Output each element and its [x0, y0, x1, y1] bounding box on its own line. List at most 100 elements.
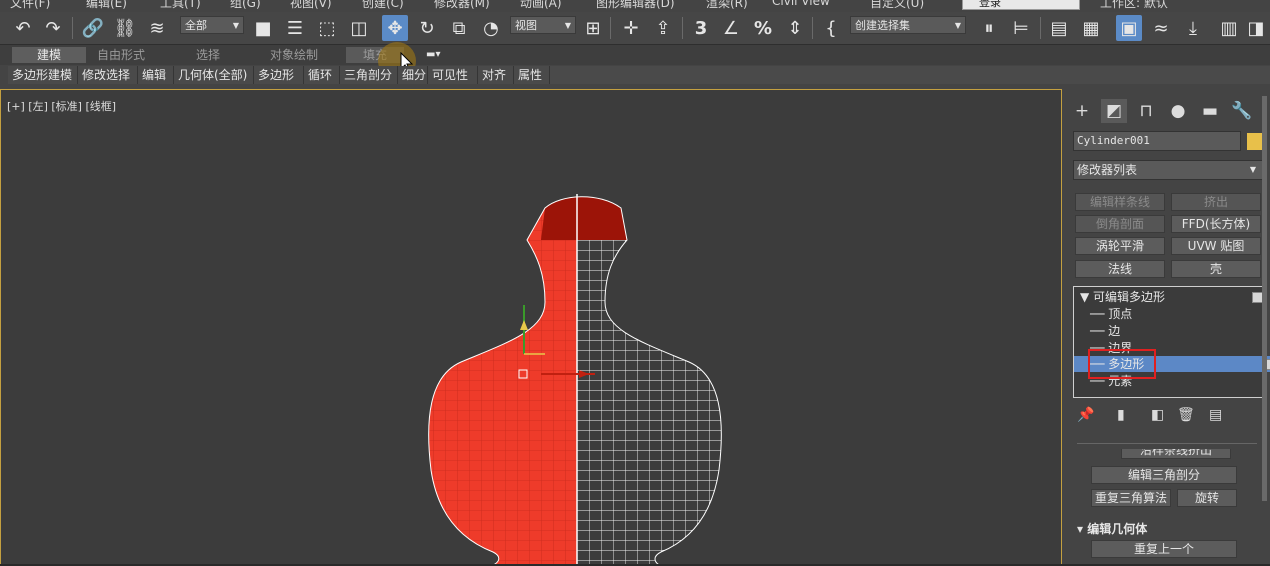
modifier-button-ffd-box[interactable]: FFD(长方体) — [1171, 215, 1261, 233]
panel-polygon-modeling[interactable]: 多边形建模 — [8, 66, 78, 84]
retriangulate-button[interactable]: 重复三角算法 — [1091, 489, 1171, 507]
edit-triangulation-button[interactable]: 编辑三角剖分 — [1091, 466, 1237, 484]
turn-button[interactable]: 旋转 — [1177, 489, 1237, 507]
menu-tools[interactable]: 工具(T) — [160, 0, 201, 11]
select-and-move-icon[interactable]: ✥ — [382, 15, 408, 41]
select-object-icon[interactable]: ■ — [250, 15, 276, 41]
ribbon-toggle-icon[interactable]: ▦ — [1078, 15, 1104, 41]
undo-icon[interactable]: ↶ — [10, 15, 36, 41]
schematic-view-icon[interactable]: ≈ — [1148, 15, 1174, 41]
panel-polygons[interactable]: 多边形 — [254, 66, 304, 84]
tab-selection[interactable]: 选择 — [170, 47, 246, 63]
modifier-button-turbosmooth[interactable]: 涡轮平滑 — [1075, 237, 1165, 255]
command-panel-scrollbar[interactable] — [1262, 96, 1267, 501]
chevron-down-icon: ▼ — [564, 21, 571, 30]
tab-freeform[interactable]: 自由形式 — [86, 47, 156, 63]
menu-customize[interactable]: 自定义(U) — [870, 0, 924, 11]
ribbon-options-icon[interactable]: ▬▾ — [426, 49, 440, 60]
angle-snap-icon[interactable]: ∠ — [718, 15, 744, 41]
repeat-last-button[interactable]: 重复上一个 — [1091, 540, 1237, 558]
menu-graph-editors[interactable]: 图形编辑器(D) — [596, 0, 675, 11]
selection-filter-dropdown[interactable]: 全部 ▼ — [180, 16, 244, 34]
panel-visibility[interactable]: 可见性 — [428, 66, 478, 84]
vase-model[interactable] — [1, 90, 1062, 565]
panel-subdivision[interactable]: 细分 — [398, 66, 428, 84]
curve-editor-icon[interactable]: ▣ — [1116, 15, 1142, 41]
left-viewport[interactable]: [+] [左] [标准] [线框] — [0, 89, 1062, 565]
create-tab-icon[interactable]: + — [1069, 99, 1095, 123]
modifier-button-bevel-profile[interactable]: 倒角剖面 — [1075, 215, 1165, 233]
pin-stack-icon[interactable]: 📌 — [1077, 407, 1094, 423]
show-end-result-icon[interactable]: ▮ — [1117, 407, 1125, 423]
menu-view[interactable]: 视图(V) — [290, 0, 332, 11]
mirror-icon[interactable]: ⏸ — [976, 15, 1002, 41]
modifier-button-shell[interactable]: 壳 — [1171, 260, 1261, 278]
reference-coordinate-dropdown[interactable]: 视图 ▼ — [510, 16, 576, 34]
modifier-button-normal[interactable]: 法线 — [1075, 260, 1165, 278]
menu-edit[interactable]: 编辑(E) — [86, 0, 127, 11]
utilities-tab-icon[interactable]: 🔧 — [1229, 99, 1255, 123]
keyboard-shortcut-icon[interactable]: ⇪ — [650, 15, 676, 41]
modifier-button-edit-spline[interactable]: 编辑样条线 — [1075, 193, 1165, 211]
place-icon[interactable]: ◔ — [478, 15, 504, 41]
workspace-label[interactable]: 工作区: 默认 — [1100, 0, 1168, 11]
menu-civil-view[interactable]: Civil View — [772, 0, 830, 8]
motion-tab-icon[interactable]: ● — [1165, 99, 1191, 123]
select-manipulate-icon[interactable]: ✛ — [618, 15, 644, 41]
remove-modifier-icon[interactable]: 🗑 — [1177, 407, 1195, 423]
object-color-swatch[interactable] — [1247, 133, 1263, 150]
select-and-scale-icon[interactable]: ⧉ — [446, 15, 472, 41]
configure-modifier-sets-icon[interactable]: ▤ — [1209, 407, 1222, 423]
menu-group[interactable]: 组(G) — [230, 0, 261, 11]
material-editor-icon[interactable]: ⤓ — [1180, 15, 1206, 41]
spinner-snap-icon[interactable]: ⇕ — [782, 15, 808, 41]
layer-explorer-icon[interactable]: ▤ — [1046, 15, 1072, 41]
align-icon[interactable]: ⊨ — [1008, 15, 1034, 41]
menu-rendering[interactable]: 渲染(R) — [706, 0, 748, 11]
named-selection-set-dropdown[interactable]: 创建选择集 ▼ — [850, 16, 966, 34]
rectangular-selection-icon[interactable]: ⬚ — [314, 15, 340, 41]
modifier-list-dropdown[interactable]: 修改器列表 ▼ — [1073, 160, 1263, 180]
sign-in-field[interactable]: 登录 — [962, 0, 1080, 10]
tab-modeling[interactable]: 建模 — [12, 47, 86, 63]
panel-align[interactable]: 对齐 — [478, 66, 514, 84]
panel-geometry-all[interactable]: 几何体(全部) — [174, 66, 254, 84]
rollout-title: 编辑几何体 — [1087, 522, 1148, 536]
extrude-along-spline-button[interactable]: 沿样条线挤出 — [1121, 449, 1231, 459]
panel-modify-selection[interactable]: 修改选择 — [78, 66, 138, 84]
snaps-toggle-icon[interactable]: 3 — [688, 15, 714, 41]
panel-tris[interactable]: 三角剖分 — [340, 66, 398, 84]
menu-file[interactable]: 文件(F) — [10, 0, 50, 11]
edit-geometry-rollout-header[interactable]: ▾ 编辑几何体 — [1077, 520, 1147, 537]
bind-space-warp-icon[interactable]: ≋ — [144, 15, 170, 41]
make-unique-icon[interactable]: ◧ — [1151, 407, 1164, 423]
window-crossing-icon[interactable]: ◫ — [346, 15, 372, 41]
modifier-button-extrude[interactable]: 挤出 — [1171, 193, 1261, 211]
panel-properties[interactable]: 属性 — [514, 66, 550, 84]
display-tab-icon[interactable]: ▬ — [1197, 99, 1223, 123]
gizmo-y-arrow[interactable] — [520, 320, 528, 330]
edit-named-selection-icon[interactable]: { — [818, 15, 844, 41]
unlink-icon[interactable]: ⛓ — [112, 15, 138, 41]
render-frame-icon[interactable]: ◨ — [1246, 15, 1266, 41]
percent-snap-icon[interactable]: % — [750, 15, 776, 41]
stack-item-editable-poly[interactable]: ▼ 可编辑多边形 — [1074, 289, 1269, 305]
panel-edit[interactable]: 编辑 — [138, 66, 174, 84]
stack-item-vertex[interactable]: ── 顶点 — [1074, 306, 1270, 322]
modify-tab-icon[interactable]: ◩ — [1101, 99, 1127, 123]
menu-create[interactable]: 创建(C) — [362, 0, 404, 11]
select-and-rotate-icon[interactable]: ↻ — [414, 15, 440, 41]
select-by-name-icon[interactable]: ☰ — [282, 15, 308, 41]
render-setup-icon[interactable]: ▥ — [1216, 15, 1242, 41]
menu-modifiers[interactable]: 修改器(M) — [434, 0, 490, 11]
tab-object-paint[interactable]: 对象绘制 — [256, 47, 332, 63]
hierarchy-tab-icon[interactable]: ⊓ — [1133, 99, 1159, 123]
object-name-field[interactable]: Cylinder001 — [1073, 131, 1241, 151]
modifier-button-uvw-map[interactable]: UVW 贴图 — [1171, 237, 1261, 255]
stack-item-edge[interactable]: ── 边 — [1074, 323, 1270, 339]
menu-animation[interactable]: 动画(A) — [520, 0, 562, 11]
link-icon[interactable]: 🔗 — [80, 15, 106, 41]
redo-icon[interactable]: ↷ — [40, 15, 66, 41]
pivot-center-icon[interactable]: ⊞ — [580, 15, 606, 41]
panel-loops[interactable]: 循环 — [304, 66, 340, 84]
